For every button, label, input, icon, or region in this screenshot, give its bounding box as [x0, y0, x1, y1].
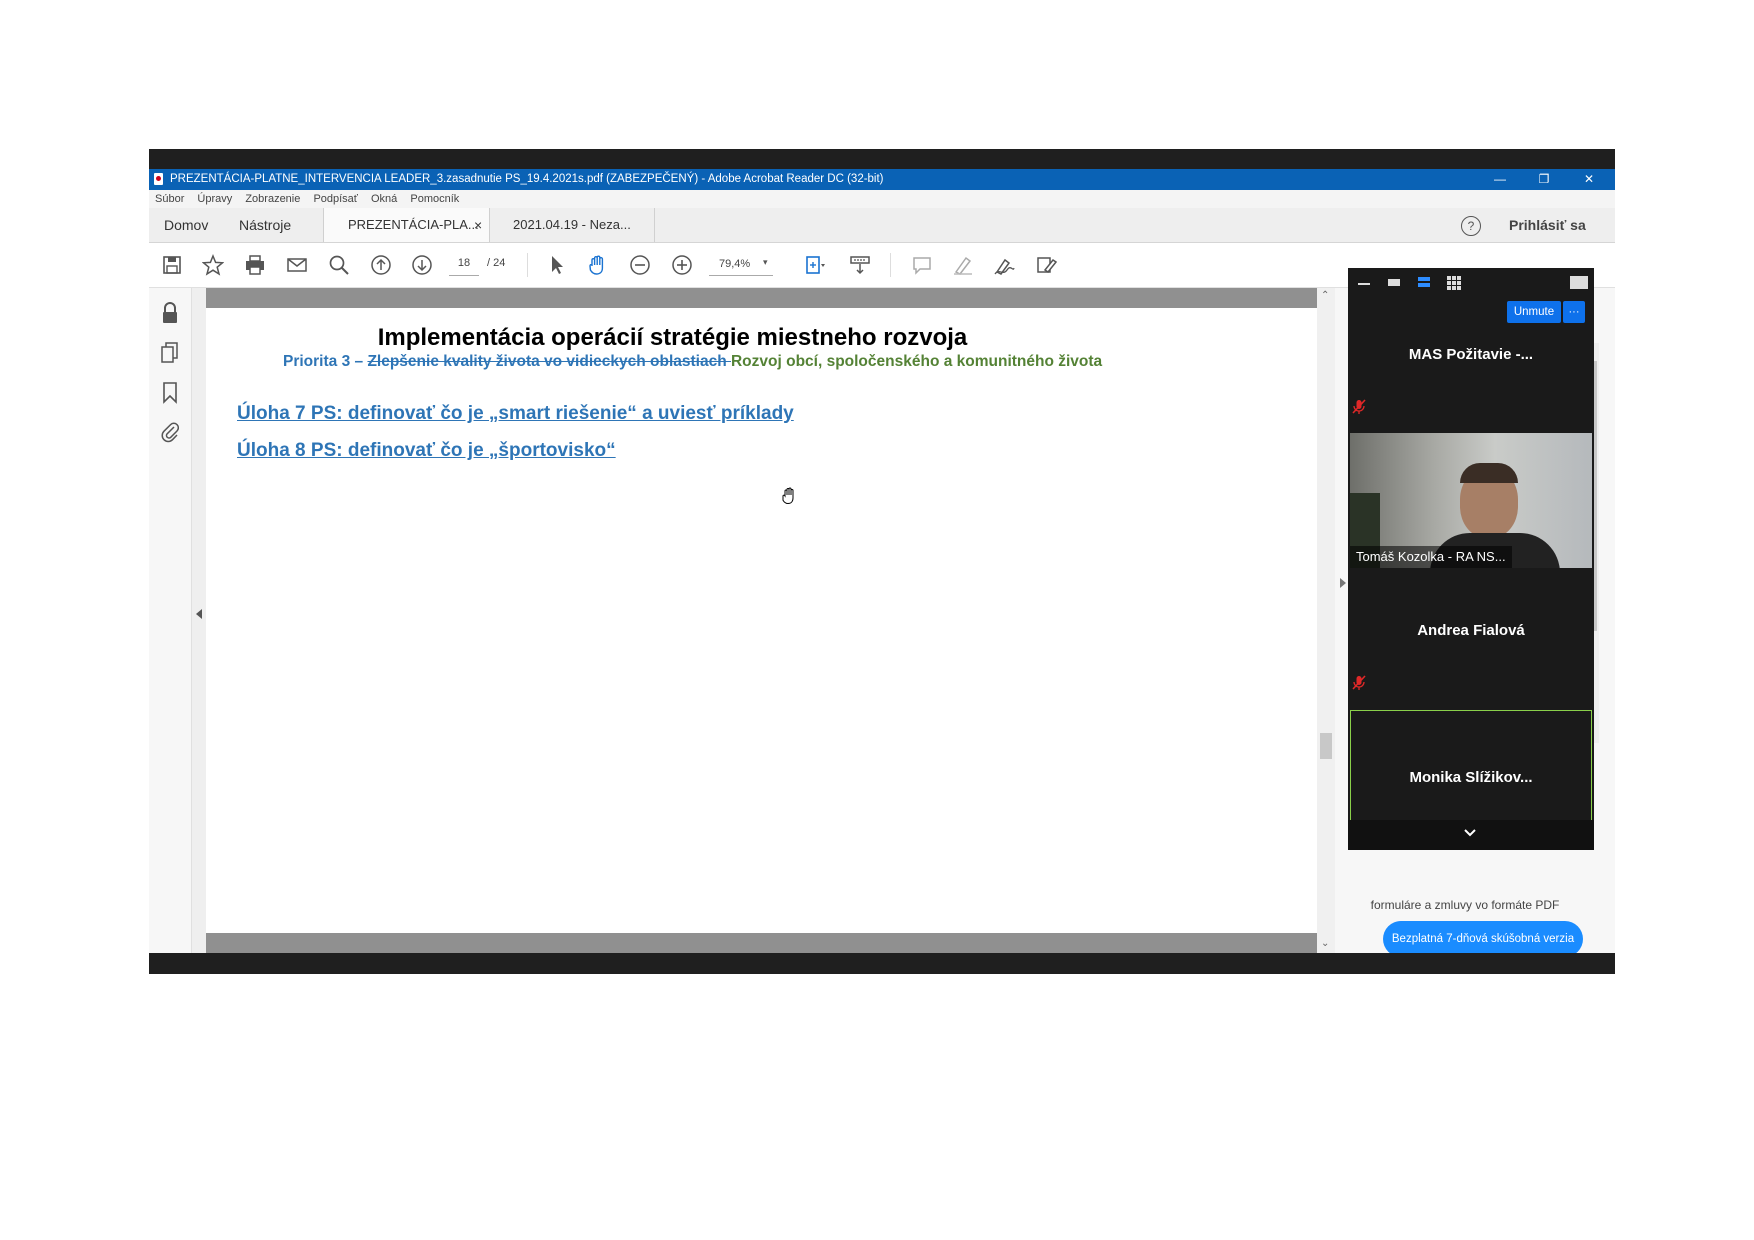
- priority-new: Rozvoj obcí, spoločenského a komunitného…: [730, 353, 1103, 370]
- muted-mic-icon: [1352, 399, 1366, 420]
- email-icon[interactable]: [284, 253, 310, 277]
- window-title: PREZENTÁCIA-PLATNE_INTERVENCIA LEADER_3.…: [170, 173, 884, 185]
- bottom-bar: [149, 953, 1615, 974]
- scroll-mode-icon[interactable]: [847, 253, 873, 277]
- tab-home[interactable]: Domov: [164, 208, 208, 242]
- active-speaker-tile[interactable]: Monika Slížikov...: [1350, 710, 1592, 822]
- close-button[interactable]: ✕: [1569, 169, 1609, 190]
- chevron-down-icon: ▾: [763, 257, 768, 267]
- menu-window[interactable]: Okná: [371, 193, 397, 205]
- tab-document-label: PREZENTÁCIA-PLA...: [348, 217, 479, 232]
- zoom-select[interactable]: 79,4% ▾: [709, 255, 773, 276]
- select-cursor-icon[interactable]: [544, 253, 570, 277]
- menu-file[interactable]: Súbor: [155, 193, 184, 205]
- tab-tools[interactable]: Nástroje: [239, 208, 291, 242]
- participant-name: MAS Požitavie -...: [1408, 346, 1534, 363]
- fill-sign-icon[interactable]: [1033, 253, 1059, 277]
- tab-document-2-label: 2021.04.19 - Neza...: [513, 217, 631, 232]
- next-page-icon[interactable]: [409, 253, 435, 277]
- menu-sign[interactable]: Podpísať: [313, 193, 358, 205]
- zoom-out-icon[interactable]: [627, 253, 653, 277]
- page-number-input[interactable]: 18: [449, 257, 479, 276]
- zoom-value: 79,4%: [719, 258, 751, 270]
- sign-in-button[interactable]: Prihlásiť sa: [1509, 208, 1586, 242]
- video-person-hair: [1460, 463, 1518, 483]
- strip-view-icon[interactable]: [1418, 277, 1430, 287]
- navigation-pane-toggle[interactable]: [192, 288, 206, 953]
- slide-title: Implementácia operácií stratégie miestne…: [377, 324, 968, 351]
- more-options-button[interactable]: ···: [1563, 301, 1585, 323]
- document-scrollbar[interactable]: ⌃ ⌄: [1317, 288, 1335, 953]
- speaker-view-icon[interactable]: [1388, 279, 1400, 286]
- toolbar-divider-2: [890, 253, 891, 277]
- page-view-icon[interactable]: [802, 253, 828, 277]
- previous-page-icon[interactable]: [368, 253, 394, 277]
- participant-name: Andrea Fialová: [1417, 622, 1525, 639]
- participant-video-tile[interactable]: Tomáš Kozolka - RA NS...: [1350, 433, 1592, 568]
- gallery-view-icon[interactable]: [1447, 276, 1461, 290]
- save-icon[interactable]: [159, 253, 185, 277]
- pdf-page: Implementácia operácií stratégie miestne…: [206, 308, 1317, 933]
- sign-icon[interactable]: [991, 253, 1017, 277]
- free-trial-button[interactable]: Bezplatná 7-dňová skúšobná verzia: [1383, 921, 1583, 957]
- print-icon[interactable]: [242, 253, 268, 277]
- muted-mic-icon: [1352, 675, 1366, 696]
- pdf-icon: [154, 173, 163, 185]
- attachment-icon[interactable]: [161, 421, 180, 448]
- pages-icon[interactable]: [161, 342, 179, 369]
- left-sidebar: [149, 288, 192, 953]
- zoom-in-icon[interactable]: [669, 253, 695, 277]
- tab-document-active[interactable]: PREZENTÁCIA-PLA... ×: [323, 208, 490, 242]
- lock-icon[interactable]: [161, 302, 179, 329]
- comment-icon[interactable]: [909, 253, 935, 277]
- scroll-participants-bar[interactable]: [1348, 820, 1594, 850]
- promo-text: formuláre a zmluvy vo formáte PDF: [1370, 898, 1560, 912]
- participant-tile[interactable]: MAS Požitavie -...: [1348, 328, 1594, 422]
- priority-struck: Zlepšenie kvality života vo vidieckych o…: [367, 353, 731, 370]
- highlight-icon[interactable]: [950, 253, 976, 277]
- collapse-left-icon[interactable]: [196, 609, 202, 619]
- scroll-thumb[interactable]: [1320, 733, 1332, 759]
- menu-edit[interactable]: Úpravy: [197, 193, 232, 205]
- help-icon[interactable]: ?: [1461, 216, 1481, 236]
- participant-video-name: Tomáš Kozolka - RA NS...: [1350, 546, 1512, 568]
- popout-icon[interactable]: [1570, 276, 1588, 289]
- screen-capture: PREZENTÁCIA-PLATNE_INTERVENCIA LEADER_3.…: [149, 149, 1615, 974]
- restore-button[interactable]: ❐: [1524, 169, 1564, 190]
- participant-tile[interactable]: Andrea Fialová: [1348, 570, 1594, 698]
- tab-close-icon[interactable]: ×: [474, 208, 482, 242]
- minimize-view-icon[interactable]: [1358, 283, 1370, 285]
- star-icon[interactable]: [200, 253, 226, 277]
- task-8-link[interactable]: Úloha 8 PS: definovať čo je „športovisko…: [237, 440, 616, 462]
- expand-right-icon[interactable]: [1340, 578, 1346, 588]
- hand-cursor-icon: [782, 487, 798, 510]
- menu-view[interactable]: Zobrazenie: [245, 193, 300, 205]
- tab-bar: Domov Nástroje PREZENTÁCIA-PLA... × 2021…: [149, 208, 1615, 243]
- priority-line: Priorita 3 – Zlepšenie kvality života vo…: [283, 353, 1102, 371]
- toolbar-divider: [527, 253, 528, 277]
- zoom-video-panel: Unmute ··· MAS Požitavie -... Tomáš Kozo…: [1348, 268, 1594, 850]
- scroll-up-icon[interactable]: ⌃: [1321, 290, 1329, 301]
- window-title-bar: PREZENTÁCIA-PLATNE_INTERVENCIA LEADER_3.…: [149, 169, 1615, 190]
- bookmark-icon[interactable]: [162, 382, 178, 409]
- document-viewport[interactable]: Implementácia operácií stratégie miestne…: [206, 288, 1317, 953]
- menu-bar: Súbor Úpravy Zobrazenie Podpísať Okná Po…: [149, 190, 1615, 208]
- page-total: / 24: [487, 257, 506, 269]
- unmute-button[interactable]: Unmute: [1507, 301, 1561, 323]
- priority-prefix: Priorita 3 –: [283, 353, 368, 370]
- minimize-button[interactable]: —: [1480, 169, 1520, 190]
- menu-help[interactable]: Pomocník: [410, 193, 459, 205]
- participant-name: Monika Slížikov...: [1409, 769, 1533, 786]
- search-icon[interactable]: [326, 253, 352, 277]
- task-7-link[interactable]: Úloha 7 PS: definovať čo je „smart rieše…: [237, 403, 794, 425]
- hand-tool-icon[interactable]: [585, 253, 611, 277]
- tab-document-2[interactable]: 2021.04.19 - Neza...: [489, 208, 655, 242]
- scroll-down-icon[interactable]: ⌄: [1321, 938, 1329, 949]
